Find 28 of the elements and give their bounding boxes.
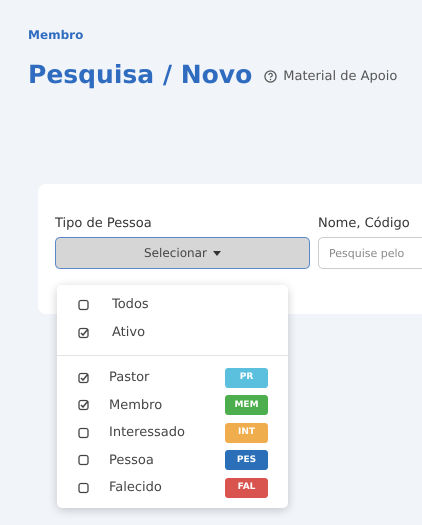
help-link[interactable]: Material de Apoio [283, 67, 398, 86]
menu-option[interactable]: Todos [112, 295, 149, 315]
type-badge: PR [225, 368, 268, 388]
checkbox-icon[interactable] [78, 299, 90, 311]
help-icon[interactable] [264, 70, 278, 84]
menu-option[interactable]: Interessado [109, 423, 206, 442]
menu-option[interactable]: Ativo [112, 323, 146, 343]
type-badge: FAL [225, 478, 268, 498]
checkbox-icon[interactable] [78, 426, 90, 439]
type-badge: MEM [225, 395, 268, 416]
breadcrumb[interactable]: Membro [28, 26, 422, 44]
search-field[interactable]: Pesquise pelo [318, 237, 422, 269]
field-label: Tipo de Pessoa [55, 214, 153, 232]
checked-checkbox-icon[interactable] [78, 399, 90, 412]
caret-icon [212, 250, 221, 256]
checked-checkbox-icon[interactable] [78, 372, 90, 384]
menu-option[interactable]: Membro [109, 396, 206, 415]
menu-option[interactable]: Falecido [109, 478, 206, 498]
field-label: Nome, Código [318, 214, 411, 232]
page-title: Pesquisa / Novo [28, 59, 252, 91]
menu-option[interactable]: Pessoa [109, 450, 206, 470]
checkbox-icon[interactable] [78, 482, 90, 494]
menu-option[interactable]: Pastor [109, 368, 206, 388]
type-badge: INT [225, 422, 268, 443]
checkbox-icon[interactable] [78, 454, 90, 466]
type-badge: PES [225, 450, 268, 470]
select-button[interactable]: Selecionar [55, 237, 310, 269]
checked-checkbox-icon[interactable] [78, 327, 90, 339]
